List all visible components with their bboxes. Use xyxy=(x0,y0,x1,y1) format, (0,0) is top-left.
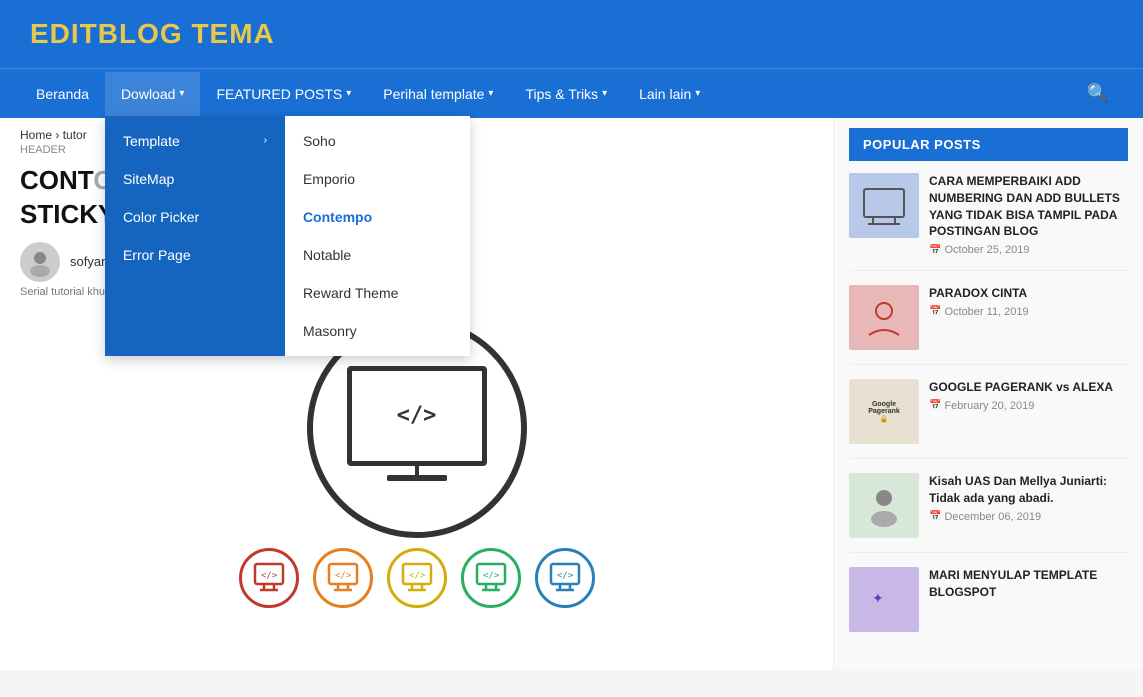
sidebar-post-date-1: 📅 October 25, 2019 xyxy=(929,244,1128,256)
colored-icon-3: </> xyxy=(387,548,447,608)
svg-text:✦: ✦ xyxy=(872,590,884,606)
sidebar-post-1[interactable]: CARA MEMPERBAIKI ADD NUMBERING DAN ADD B… xyxy=(849,173,1128,271)
colored-icon-2: </> xyxy=(313,548,373,608)
dropdown-right-item-rewardtheme[interactable]: Reward Theme xyxy=(285,274,470,312)
sidebar-post-4[interactable]: Kisah UAS Dan Mellya Juniarti: Tidak ada… xyxy=(849,473,1128,553)
dropdown-right-item-notable[interactable]: Notable xyxy=(285,236,470,274)
site-title: EDITBLOG TEMA xyxy=(30,18,1113,50)
sidebar-post-title-1: CARA MEMPERBAIKI ADD NUMBERING DAN ADD B… xyxy=(929,173,1128,240)
svg-text:</>: </> xyxy=(557,571,574,581)
calendar-icon-4: 📅 xyxy=(929,511,941,522)
sidebar-post-date-4: 📅 December 06, 2019 xyxy=(929,511,1128,523)
svg-text:</>: </> xyxy=(409,571,426,581)
site-header: EDITBLOG TEMA xyxy=(0,0,1143,68)
dropdown-left-panel: Template › SiteMap Color Picker Error Pa… xyxy=(105,116,285,356)
sidebar-post-date-3: 📅 February 20, 2019 xyxy=(929,400,1113,412)
dropdown-menu: Template › SiteMap Color Picker Error Pa… xyxy=(105,116,470,356)
sidebar-post-content-1: CARA MEMPERBAIKI ADD NUMBERING DAN ADD B… xyxy=(929,173,1128,256)
chevron-down-icon-5: ▾ xyxy=(695,88,700,99)
sidebar-post-date-2: 📅 October 11, 2019 xyxy=(929,306,1029,318)
nav-item-dowload[interactable]: Dowload ▾ Template › SiteMap Color Picke… xyxy=(105,72,201,116)
sidebar-post-3[interactable]: GooglePagerank🔒 GOOGLE PAGERANK vs ALEXA… xyxy=(849,379,1128,459)
dropdown-right-item-contempo[interactable]: Contempo xyxy=(285,198,470,236)
nav-item-featured[interactable]: FEATURED POSTS ▾ xyxy=(200,72,367,116)
sidebar-post-title-2: PARADOX CINTA xyxy=(929,285,1029,302)
svg-text:</>: </> xyxy=(335,571,352,581)
colored-icon-5: </> xyxy=(535,548,595,608)
svg-text:</>: </> xyxy=(261,571,278,581)
code-monitor: </> xyxy=(347,366,487,466)
search-icon[interactable]: 🔍 xyxy=(1073,69,1123,118)
nav-link-beranda[interactable]: Beranda xyxy=(20,72,105,116)
nav-item-beranda[interactable]: Beranda xyxy=(20,72,105,116)
chevron-down-icon-3: ▾ xyxy=(488,88,493,99)
dropdown-left-item-sitemap[interactable]: SiteMap xyxy=(105,160,285,198)
nav-link-lainlain[interactable]: Lain lain ▾ xyxy=(623,72,716,116)
sidebar-post-title-3: GOOGLE PAGERANK vs ALEXA xyxy=(929,379,1113,396)
sidebar-post-content-5: MARI MENYULAP TEMPLATE BLOGSPOT xyxy=(929,567,1128,632)
sidebar-post-title-4: Kisah UAS Dan Mellya Juniarti: Tidak ada… xyxy=(929,473,1128,507)
chevron-down-icon-4: ▾ xyxy=(602,88,607,99)
sidebar-thumb-4 xyxy=(849,473,919,538)
sidebar-thumb-1 xyxy=(849,173,919,238)
nav-items: Beranda Dowload ▾ Template › SiteMap xyxy=(20,72,1073,116)
sidebar-post-content-3: GOOGLE PAGERANK vs ALEXA 📅 February 20, … xyxy=(929,379,1113,444)
dropdown-right-item-soho[interactable]: Soho xyxy=(285,122,470,160)
sidebar: POPULAR POSTS CARA MEMPERBAIKI ADD NUMBE… xyxy=(833,118,1143,670)
chevron-down-icon: ▾ xyxy=(179,88,184,99)
calendar-icon-3: 📅 xyxy=(929,400,941,411)
icon-row: </> </> </> </> </> xyxy=(239,548,595,608)
dropdown-left-item-colorpicker[interactable]: Color Picker xyxy=(105,198,285,236)
chevron-right-icon: › xyxy=(264,135,267,146)
calendar-icon-2: 📅 xyxy=(929,306,941,317)
nav-link-featured[interactable]: FEATURED POSTS ▾ xyxy=(200,72,367,116)
sidebar-post-content-4: Kisah UAS Dan Mellya Juniarti: Tidak ada… xyxy=(929,473,1128,538)
main-nav: Beranda Dowload ▾ Template › SiteMap xyxy=(0,68,1143,118)
nav-link-tips[interactable]: Tips & Triks ▾ xyxy=(509,72,623,116)
sidebar-post-5[interactable]: ✦ MARI MENYULAP TEMPLATE BLOGSPOT xyxy=(849,567,1128,646)
calendar-icon-1: 📅 xyxy=(929,245,941,256)
sidebar-post-2[interactable]: PARADOX CINTA 📅 October 11, 2019 xyxy=(849,285,1128,365)
nav-link-perihal[interactable]: Perihal template ▾ xyxy=(367,72,509,116)
chevron-down-icon-2: ▾ xyxy=(346,88,351,99)
dropdown-left-item-template[interactable]: Template › xyxy=(105,122,285,160)
dropdown-right-item-emporio[interactable]: Emporio xyxy=(285,160,470,198)
dropdown-left-item-errorpage[interactable]: Error Page xyxy=(105,236,285,274)
dropdown-right-panel: Soho Emporio Contempo Notable Reward The… xyxy=(285,116,470,356)
sidebar-thumb-2 xyxy=(849,285,919,350)
nav-item-lainlain[interactable]: Lain lain ▾ xyxy=(623,72,716,116)
nav-item-tips[interactable]: Tips & Triks ▾ xyxy=(509,72,623,116)
sidebar-post-content-2: PARADOX CINTA 📅 October 11, 2019 xyxy=(929,285,1029,350)
avatar xyxy=(20,242,60,282)
svg-text:</>: </> xyxy=(483,571,500,581)
nav-link-dowload[interactable]: Dowload ▾ xyxy=(105,72,201,116)
sidebar-thumb-3: GooglePagerank🔒 xyxy=(849,379,919,444)
dropdown-right-item-masonry[interactable]: Masonry xyxy=(285,312,470,350)
colored-icon-4: </> xyxy=(461,548,521,608)
code-text: </> xyxy=(397,403,437,428)
sidebar-thumb-5: ✦ xyxy=(849,567,919,632)
popular-posts-header: POPULAR POSTS xyxy=(849,128,1128,161)
sidebar-post-title-5: MARI MENYULAP TEMPLATE BLOGSPOT xyxy=(929,567,1128,601)
colored-icon-1: </> xyxy=(239,548,299,608)
nav-item-perihal[interactable]: Perihal template ▾ xyxy=(367,72,509,116)
code-illustration: </> </> </> </> </ xyxy=(267,318,567,608)
